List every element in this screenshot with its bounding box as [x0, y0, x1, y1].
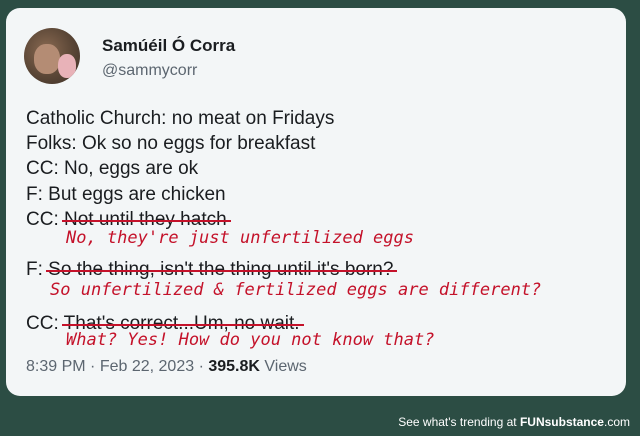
tweet-time[interactable]: 8:39 PM [26, 358, 86, 375]
handwritten-note-1: No, they're just unfertilized eggs [66, 228, 414, 248]
author-handle[interactable]: @sammycorr [102, 62, 197, 80]
author-name[interactable]: Samúéil Ó Corra [102, 36, 235, 56]
views-count[interactable]: 395.8K [208, 358, 260, 375]
footer-watermark[interactable]: See what's trending at FUNsubstance.com [398, 415, 630, 429]
tweet-meta: 8:39 PM · Feb 22, 2023 · 395.8K Views [26, 358, 307, 376]
tweet-line-4: F: But eggs are chicken [26, 184, 226, 205]
handwritten-note-3: What? Yes! How do you not know that? [66, 330, 435, 350]
line-6-prefix: F: [26, 259, 43, 280]
avatar-child [58, 54, 76, 78]
handwritten-note-2: So unfertilized & fertilized eggs are di… [50, 280, 542, 300]
meta-separator: · [198, 358, 204, 375]
brand-substance: substance [544, 415, 604, 429]
avatar[interactable] [24, 28, 80, 84]
views-label: Views [264, 358, 307, 375]
tweet-card: Samúéil Ó Corra @sammycorr Catholic Chur… [6, 8, 626, 396]
avatar-face [34, 44, 60, 74]
tweet-line-2: Folks: Ok so no eggs for breakfast [26, 133, 316, 154]
line-7-prefix: CC: [26, 313, 59, 334]
tweet-date[interactable]: Feb 22, 2023 [100, 358, 194, 375]
brand-fun: FUN [519, 415, 545, 429]
tweet-line-6: F: So the thing, isn't the thing until i… [26, 259, 393, 281]
line-6-struck-text: So the thing, isn't the thing until it's… [48, 259, 394, 280]
meta-separator: · [90, 358, 96, 375]
line-5-prefix: CC: [26, 209, 59, 230]
footer-text: See what's trending at [398, 415, 517, 429]
tweet-line-1: Catholic Church: no meat on Fridays [26, 108, 335, 129]
brand-tld: .com [603, 415, 630, 429]
tweet-line-3: CC: No, eggs are ok [26, 158, 199, 179]
line-5-struck-text: Not until they hatch [64, 209, 227, 230]
